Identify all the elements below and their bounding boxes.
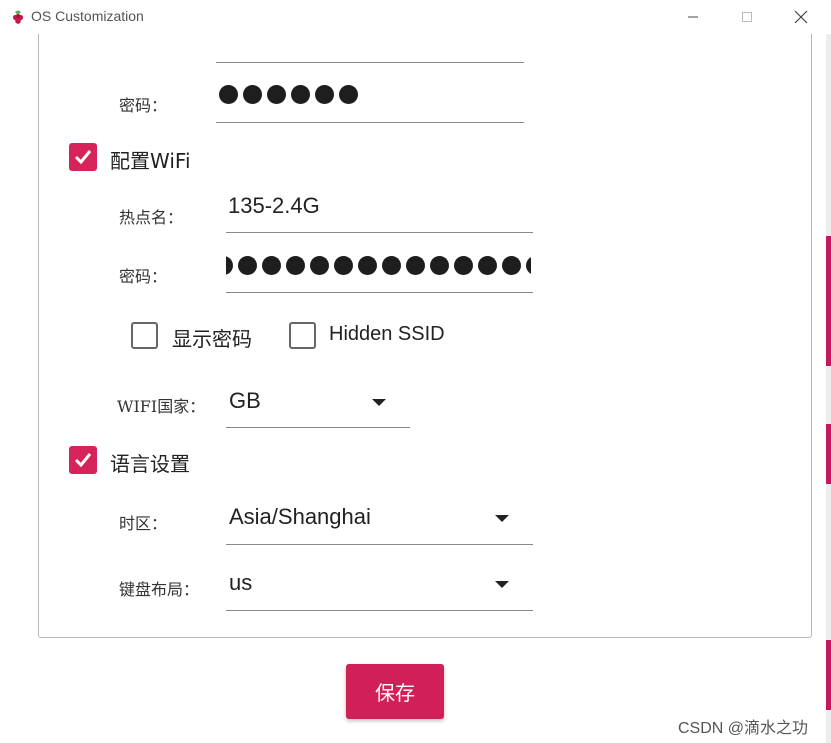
timezone-label: 时区： bbox=[119, 514, 168, 533]
close-button[interactable] bbox=[790, 6, 812, 28]
window-title: OS Customization bbox=[31, 8, 144, 24]
password-dot bbox=[478, 256, 497, 275]
account-password-underline bbox=[216, 122, 524, 123]
wifi-password-label: 密码： bbox=[119, 267, 168, 286]
password-dot bbox=[226, 256, 233, 275]
close-icon bbox=[794, 10, 808, 24]
ssid-input[interactable]: 135-2.4G bbox=[228, 193, 320, 219]
minimize-icon bbox=[688, 16, 698, 18]
hidden-ssid-checkbox[interactable] bbox=[289, 322, 316, 349]
triangle-down-icon bbox=[495, 581, 509, 588]
password-dot bbox=[262, 256, 281, 275]
password-dot bbox=[286, 256, 305, 275]
password-dot bbox=[334, 256, 353, 275]
account-password-field[interactable] bbox=[219, 85, 524, 109]
locale-settings-checkbox[interactable] bbox=[69, 446, 97, 474]
maximize-icon bbox=[742, 12, 752, 22]
keyboard-layout-value: us bbox=[229, 570, 253, 595]
keyboard-layout-dropdown[interactable]: us bbox=[226, 566, 533, 610]
wifi-country-label: WIFI国家： bbox=[117, 397, 206, 416]
show-password-label: 显示密码 bbox=[172, 327, 252, 351]
timezone-dropdown[interactable]: Asia/Shanghai bbox=[226, 500, 533, 544]
locale-settings-label: 语言设置 bbox=[110, 452, 190, 476]
password-dot bbox=[291, 85, 310, 104]
password-dot bbox=[219, 85, 238, 104]
watermark-text: CSDN @滴水之功 bbox=[678, 720, 809, 737]
triangle-down-icon bbox=[372, 399, 386, 406]
password-dot bbox=[315, 85, 334, 104]
raspberry-icon bbox=[12, 10, 24, 24]
keyboard-layout-label: 键盘布局： bbox=[119, 580, 200, 599]
show-password-checkbox[interactable] bbox=[131, 322, 158, 349]
password-dot bbox=[267, 85, 286, 104]
background-accent-mark bbox=[826, 640, 831, 710]
checkmark-icon bbox=[74, 453, 92, 468]
wifi-country-underline bbox=[226, 427, 410, 428]
title-bar: OS Customization bbox=[0, 0, 831, 34]
background-accent-mark bbox=[826, 424, 831, 484]
keyboard-layout-underline bbox=[226, 610, 533, 611]
timezone-underline bbox=[226, 544, 533, 545]
wifi-country-value: GB bbox=[229, 388, 261, 413]
background-window-edge bbox=[826, 34, 831, 743]
configure-wifi-checkbox[interactable] bbox=[69, 143, 97, 171]
configure-wifi-label: 配置WiFi bbox=[110, 149, 191, 173]
checkmark-icon bbox=[74, 150, 92, 165]
password-dot bbox=[310, 256, 329, 275]
ssid-underline bbox=[226, 232, 533, 233]
password-dot bbox=[502, 256, 521, 275]
wifi-country-dropdown[interactable]: GB bbox=[226, 384, 410, 428]
wifi-password-field[interactable] bbox=[226, 256, 531, 280]
ssid-label: 热点名： bbox=[119, 208, 184, 227]
password-dot bbox=[339, 85, 358, 104]
username-field-underline bbox=[216, 62, 524, 63]
minimize-button[interactable] bbox=[682, 6, 704, 28]
background-accent-mark bbox=[826, 236, 831, 366]
save-button[interactable]: 保存 bbox=[346, 664, 444, 719]
hidden-ssid-label: Hidden SSID bbox=[329, 323, 445, 345]
password-dot bbox=[430, 256, 449, 275]
password-dot bbox=[382, 256, 401, 275]
account-password-label: 密码： bbox=[119, 96, 168, 115]
timezone-value: Asia/Shanghai bbox=[229, 504, 371, 529]
password-dot bbox=[454, 256, 473, 275]
maximize-button[interactable] bbox=[736, 6, 758, 28]
password-dot bbox=[238, 256, 257, 275]
password-dot bbox=[243, 85, 262, 104]
password-dot bbox=[406, 256, 425, 275]
triangle-down-icon bbox=[495, 515, 509, 522]
wifi-password-underline bbox=[226, 292, 533, 293]
password-dot bbox=[526, 256, 531, 275]
password-dot bbox=[358, 256, 377, 275]
